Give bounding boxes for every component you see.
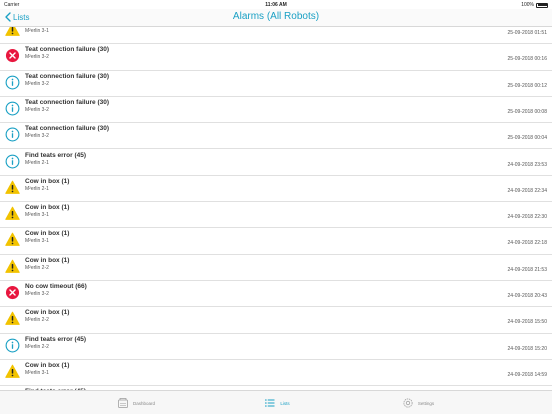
- error-icon: [5, 48, 20, 63]
- alarm-robot: M²erlin 2-2: [25, 264, 49, 271]
- error-icon: [5, 285, 20, 300]
- alarm-timestamp: 24-09-2018 15:20: [507, 345, 547, 352]
- alarm-row[interactable]: Cow in box (1) M²erlin 3-1 24-09-2018 22:3…: [0, 202, 552, 229]
- warning-icon: [5, 311, 20, 326]
- alarm-title: No cow timeout (66): [25, 283, 87, 290]
- alarm-robot: M²erlin 3-2: [25, 54, 49, 61]
- alarm-robot: M²erlin 3-2: [25, 291, 49, 297]
- clock: 11:06 AM: [265, 2, 287, 8]
- info-icon: [5, 101, 20, 116]
- alarm-row[interactable]: Cow in box (1) M²erlin 2-1 24-09-2018 22:3…: [0, 175, 552, 203]
- alarm-row[interactable]: Teat connection failure (30) M²erlin 3-2 2…: [0, 44, 552, 71]
- info-icon: [5, 338, 20, 353]
- alarm-robot: M²erlin 2-1: [25, 159, 49, 166]
- alarm-robot: M²erlin 2-2: [25, 317, 49, 324]
- alarm-robot: M²erlin 2-1: [25, 185, 49, 192]
- alarm-robot: M²erlin 2-2: [25, 343, 49, 350]
- alarm-title: Teat connection failure (30): [25, 125, 110, 133]
- alarm-row[interactable]: Cow in box (1) M²erlin 2-2 24-09-2018 21:5…: [0, 254, 552, 281]
- tab-label: Settings: [417, 400, 435, 406]
- page-title: Alarms (All Robots): [232, 11, 320, 22]
- alarm-row[interactable]: Find teats error (45) M²erlin 2-1 24-09-20…: [0, 149, 552, 176]
- warning-icon: [5, 232, 20, 247]
- alarm-timestamp: 24-09-2018 23:53: [507, 161, 547, 168]
- tab-dashboard[interactable]: Dashboard: [96, 391, 176, 414]
- alarm-robot: M²erlin 3-1: [25, 212, 49, 219]
- alarm-timestamp: 24-09-2018 14:59: [507, 371, 547, 378]
- tab-settings[interactable]: Settings: [378, 391, 458, 414]
- tab-label: Dashboard: [132, 400, 155, 406]
- alarm-row[interactable]: Teat connection failure (30) M²erlin 3-2 2…: [0, 123, 552, 150]
- dashboard-icon: [117, 397, 129, 410]
- settings-icon: [402, 397, 414, 410]
- alarm-timestamp: 25-09-2018 00:16: [507, 56, 547, 63]
- alarm-timestamp: 24-09-2018 22:34: [507, 187, 547, 194]
- tab-lists[interactable]: Lists: [237, 391, 317, 414]
- alarm-timestamp: 25-09-2018 00:04: [507, 135, 547, 142]
- alarm-row[interactable]: Find teats error (45) M²erlin 2-2 24-09-20…: [0, 333, 552, 360]
- info-icon: [5, 75, 20, 90]
- alarm-robot: M²erlin 3-1: [25, 28, 49, 34]
- alarm-robot: M²erlin 3-2: [25, 106, 49, 113]
- info-icon: [5, 127, 20, 142]
- battery-indicator: 100%: [521, 2, 548, 8]
- alarm-timestamp: 24-09-2018 22:18: [507, 240, 547, 247]
- tab-label: Lists: [280, 400, 290, 406]
- alarm-title: Cow in box (1): [25, 256, 70, 264]
- alarm-title: Cow in box (1): [25, 230, 70, 238]
- alarm-row[interactable]: No cow timeout (66) M²erlin 3-2 24-09-2018…: [0, 281, 552, 308]
- alarm-robot: M²erlin 3-2: [25, 133, 49, 140]
- alarm-row[interactable]: Teat connection failure (30) M²erlin 3-2 2…: [0, 96, 552, 124]
- warning-icon: [5, 259, 20, 274]
- info-icon: [5, 154, 20, 169]
- alarm-title: Find teats error (45): [25, 335, 87, 343]
- alarm-timestamp: 24-09-2018 15:50: [507, 319, 547, 326]
- warning-icon: [5, 206, 20, 221]
- alarm-row[interactable]: Cow in box (1) M²erlin 3-1 24-09-2018 14:5…: [0, 359, 552, 387]
- alarm-timestamp: 24-09-2018 20:43: [507, 293, 547, 299]
- alarm-timestamp: 25-09-2018 01:51: [507, 30, 547, 36]
- alarm-title: Teat connection failure (30): [25, 46, 110, 54]
- alarm-row[interactable]: Teat connection failure (30) M²erlin 3-2 2…: [0, 70, 552, 97]
- tab-bar: Dashboard Lists Settings: [0, 390, 552, 414]
- warning-icon: [5, 27, 20, 37]
- alarm-row[interactable]: Cow in box (1) M²erlin 2-2 24-09-2018 15:5…: [0, 307, 552, 334]
- alarm-title: Find teats error (45): [25, 151, 87, 159]
- alarm-timestamp: 24-09-2018 21:53: [507, 266, 547, 273]
- alarm-title: Cow in box (1): [25, 177, 70, 185]
- battery-icon: [536, 2, 548, 8]
- alarm-timestamp: 25-09-2018 00:08: [507, 108, 547, 115]
- battery-percent: 100%: [521, 2, 534, 8]
- alarm-title: Cow in box (1): [25, 309, 70, 317]
- alarm-robot: M²erlin 3-1: [25, 238, 49, 245]
- lists-icon: [264, 397, 276, 410]
- alarm-title: Cow in box (1): [25, 204, 70, 212]
- alarm-row[interactable]: Cow in box (1) M²erlin 3-1 24-09-2018 22:1…: [0, 228, 552, 255]
- alarm-title: Teat connection failure (30): [25, 72, 110, 80]
- alarm-robot: M²erlin 3-1: [25, 369, 49, 376]
- status-bar: Carrier 11:06 AM 100%: [0, 0, 552, 9]
- navigation-bar: Lists Alarms (All Robots): [0, 9, 552, 27]
- warning-icon: [5, 364, 20, 379]
- alarm-title: Cow in box (1): [25, 361, 70, 369]
- alarm-timestamp: 24-09-2018 22:30: [507, 214, 547, 221]
- alarm-list[interactable]: Cow in box (1)M²erlin 3-125-09-2018 01:5…: [0, 27, 552, 390]
- alarm-timestamp: 25-09-2018 00:12: [507, 82, 547, 89]
- warning-icon: [5, 180, 20, 195]
- alarm-robot: M²erlin 3-2: [25, 80, 49, 87]
- alarm-title: Teat connection failure (30): [25, 98, 110, 106]
- alarm-row[interactable]: Cow in box (1)M²erlin 3-125-09-2018 01:5…: [0, 27, 552, 45]
